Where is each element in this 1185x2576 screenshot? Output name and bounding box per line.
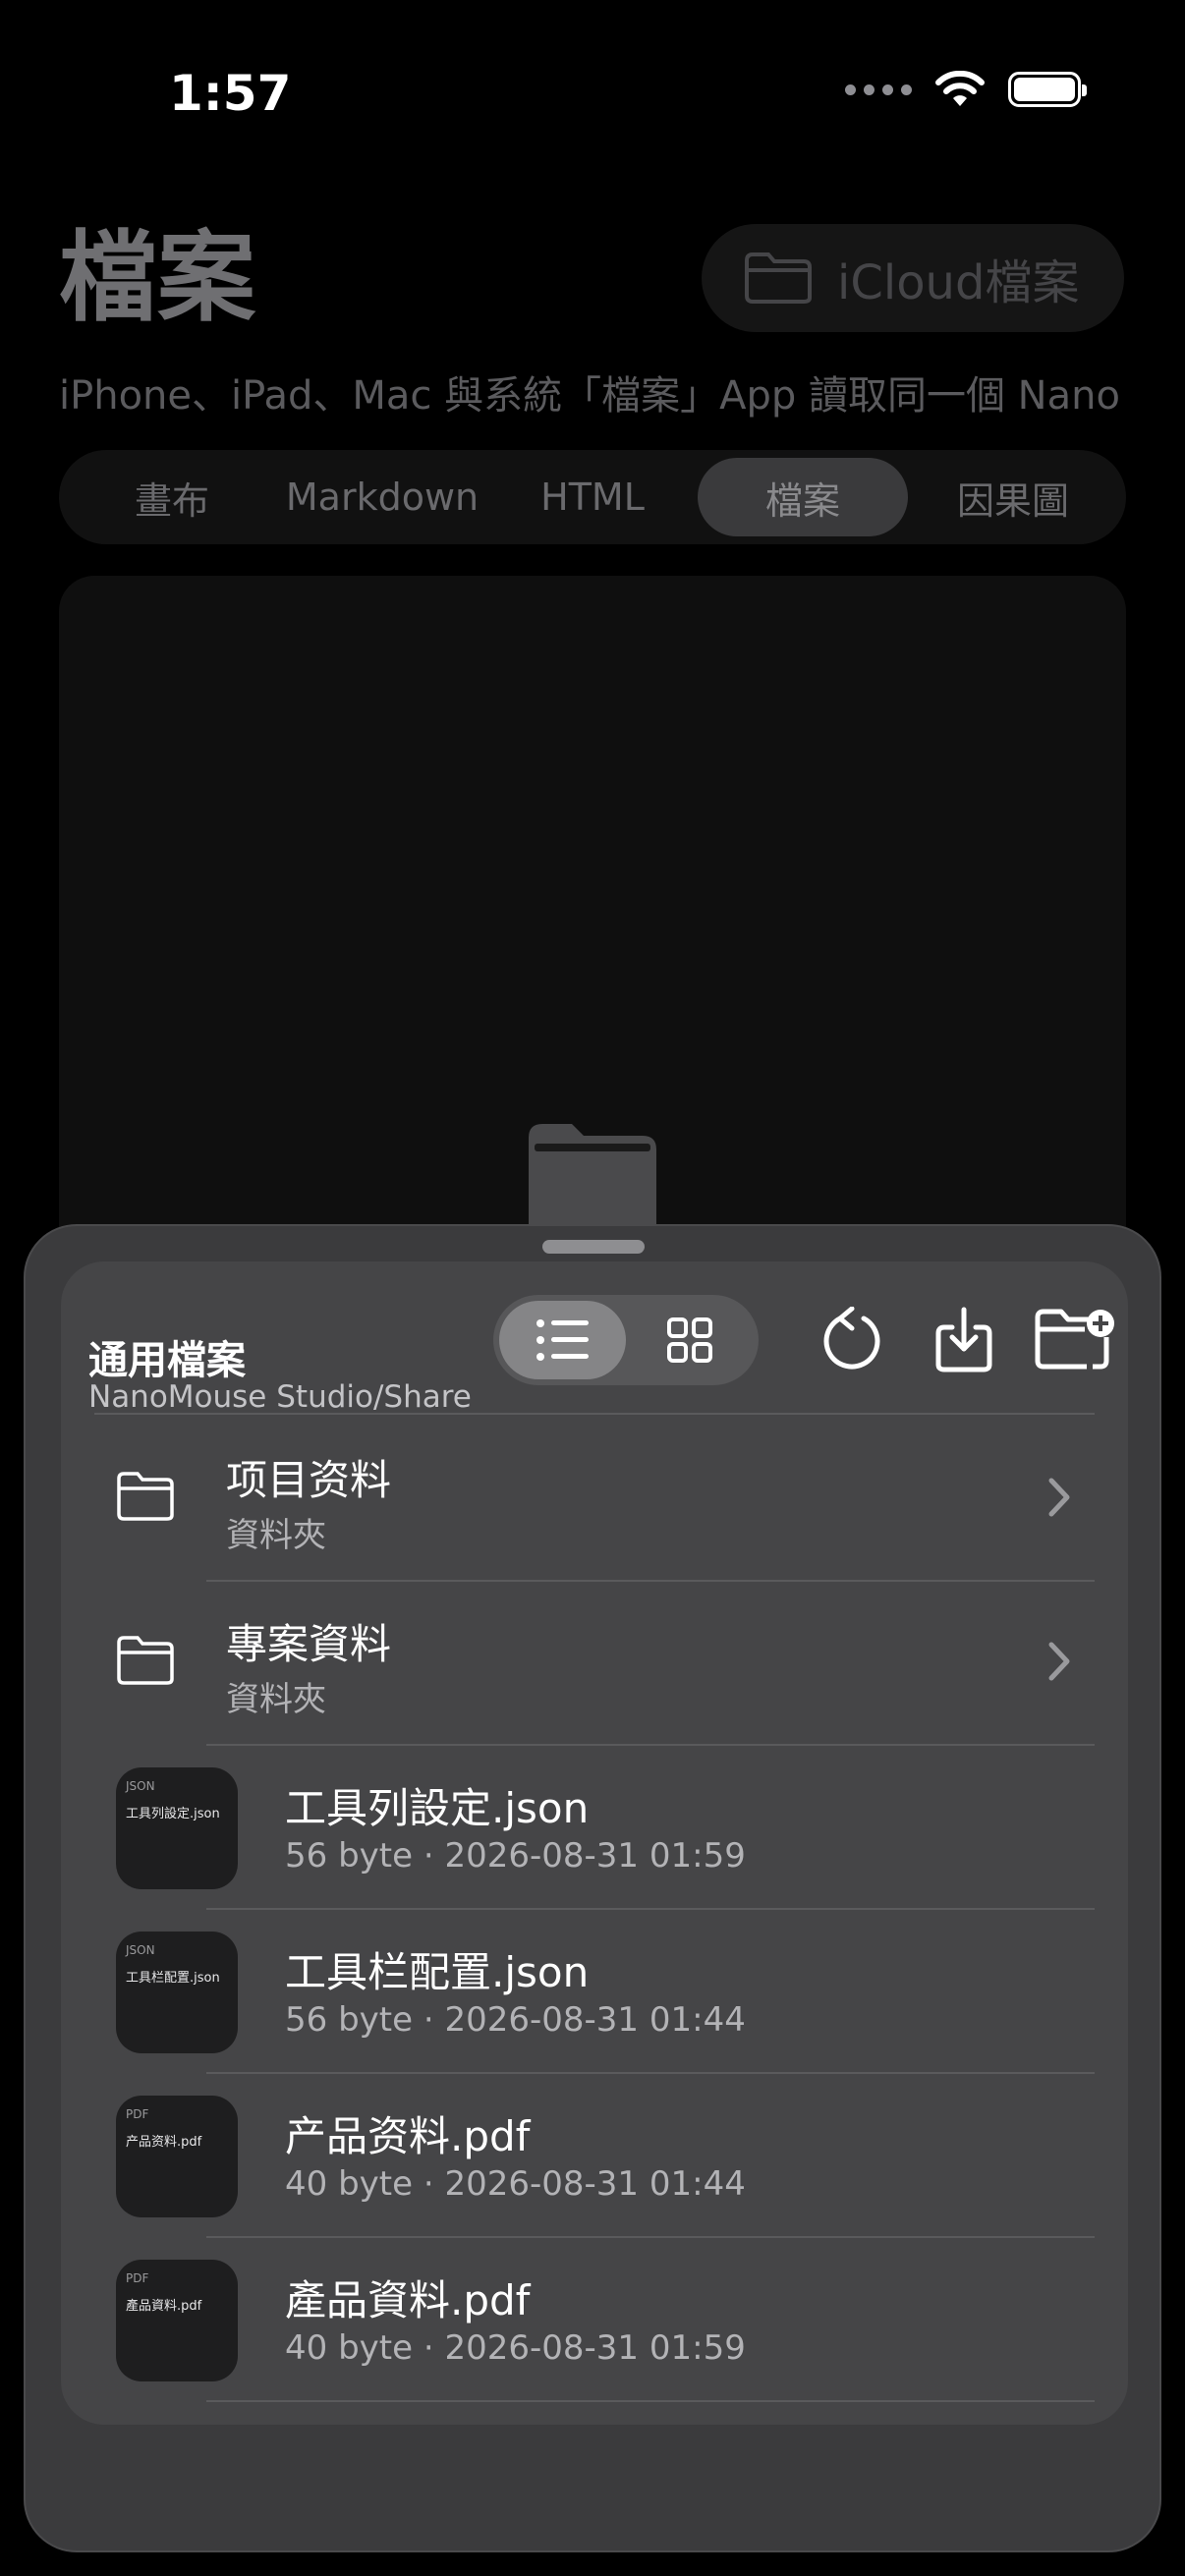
file-thumbnail: PDF 產品資料.pdf: [116, 2260, 238, 2381]
page-title: 檔案: [59, 220, 255, 335]
item-detail: 40 byte · 2026-08-31 01:44: [285, 2164, 746, 2204]
list-item[interactable]: 專案資料 資料夾: [61, 1580, 1128, 1744]
list-view-icon: [536, 1319, 589, 1361]
list-item[interactable]: JSON 工具栏配置.json 工具栏配置.json 56 byte · 202…: [61, 1908, 1128, 2072]
thumbnail-name: 产品资料.pdf: [126, 2135, 202, 2150]
item-name: 项目资料: [226, 1456, 392, 1504]
folder-icon: [745, 252, 812, 304]
sheet-grabber[interactable]: [542, 1240, 645, 1254]
item-name: 工具栏配置.json: [285, 1948, 590, 1996]
file-thumbnail: JSON 工具栏配置.json: [116, 1932, 238, 2053]
page-subtitle: iPhone、iPad、Mac 與系統「檔案」App 讀取同一個 Nano: [59, 373, 1120, 419]
thumbnail-kind: PDF: [126, 2271, 149, 2285]
tab-markdown[interactable]: Markdown: [277, 458, 487, 536]
item-detail: 資料夾: [226, 1680, 326, 1719]
chevron-right-icon: [1048, 1478, 1070, 1517]
folder-icon: [529, 1124, 656, 1234]
sheet-title: 通用檔案: [88, 1338, 246, 1383]
item-name: 產品資料.pdf: [285, 2276, 531, 2324]
tab-html[interactable]: HTML: [487, 458, 698, 536]
grid-view-button[interactable]: [626, 1301, 753, 1379]
item-detail: 40 byte · 2026-08-31 01:59: [285, 2328, 746, 2368]
list-item[interactable]: PDF 产品资料.pdf 产品资料.pdf 40 byte · 2026-08-…: [61, 2072, 1128, 2236]
refresh-icon: [823, 1307, 880, 1370]
item-name: 工具列設定.json: [285, 1784, 590, 1832]
new-folder-button[interactable]: [1026, 1295, 1124, 1383]
mode-tabs: 畫布 Markdown HTML 檔案 因果圖: [59, 450, 1126, 544]
folder-icon: [117, 1636, 174, 1685]
grid-view-icon: [666, 1317, 712, 1363]
files-sheet: 通用檔案 NanoMouse Studio/Share 项目资料 資料夾 專案資…: [24, 1224, 1161, 2552]
files-panel: 通用檔案 NanoMouse Studio/Share 项目资料 資料夾 專案資…: [61, 1261, 1128, 2425]
list-item[interactable]: 项目资料 資料夾: [61, 1416, 1128, 1580]
list-item[interactable]: JSON 工具列設定.json 工具列設定.json 56 byte · 202…: [61, 1744, 1128, 1908]
folder-icon: [117, 1472, 174, 1521]
icloud-button-label: iCloud檔案: [837, 255, 1080, 310]
item-name: 产品资料.pdf: [285, 2112, 531, 2160]
sheet-path: NanoMouse Studio/Share: [88, 1379, 472, 1415]
list-item[interactable]: PDF 產品資料.pdf 產品資料.pdf 40 byte · 2026-08-…: [61, 2236, 1128, 2400]
import-icon: [935, 1307, 992, 1372]
row-divider: [206, 2400, 1095, 2402]
file-thumbnail: PDF 产品资料.pdf: [116, 2096, 238, 2217]
item-name: 專案資料: [226, 1620, 392, 1668]
view-mode-toggle: [493, 1295, 759, 1385]
list-view-button[interactable]: [499, 1301, 626, 1379]
thumbnail-kind: JSON: [126, 1943, 155, 1957]
thumbnail-kind: PDF: [126, 2107, 149, 2121]
refresh-button[interactable]: [808, 1295, 896, 1383]
item-detail: 56 byte · 2026-08-31 01:59: [285, 1836, 746, 1876]
thumbnail-name: 產品資料.pdf: [126, 2299, 202, 2314]
chevron-right-icon: [1048, 1642, 1070, 1681]
item-detail: 資料夾: [226, 1516, 326, 1555]
thumbnail-name: 工具列設定.json: [126, 1807, 220, 1821]
tab-files[interactable]: 檔案: [698, 458, 908, 536]
header-divider: [94, 1413, 1095, 1415]
tab-canvas[interactable]: 畫布: [67, 458, 277, 536]
import-button[interactable]: [920, 1295, 1008, 1383]
new-folder-icon: [1035, 1309, 1114, 1370]
file-thumbnail: JSON 工具列設定.json: [116, 1767, 238, 1889]
icloud-files-button[interactable]: iCloud檔案: [702, 224, 1124, 332]
thumbnail-name: 工具栏配置.json: [126, 1971, 220, 1986]
tab-causal-diagram[interactable]: 因果圖: [908, 458, 1118, 536]
thumbnail-kind: JSON: [126, 1779, 155, 1793]
item-detail: 56 byte · 2026-08-31 01:44: [285, 2000, 746, 2040]
